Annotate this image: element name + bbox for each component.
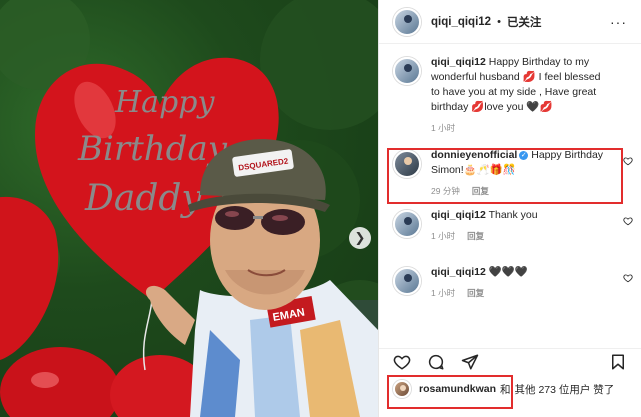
separator-dot: • <box>497 15 501 28</box>
more-options-icon[interactable]: ··· <box>610 14 627 30</box>
reply-button[interactable]: 回复 <box>467 230 484 242</box>
comment-time: 1 小时 <box>431 231 456 241</box>
comment-username[interactable]: qiqi_qiqi12 <box>431 209 486 221</box>
avatar[interactable] <box>393 267 421 295</box>
heart-icon[interactable] <box>623 156 633 166</box>
comment-time: 1 小时 <box>431 123 456 133</box>
post-action-bar <box>379 348 641 374</box>
likes-summary: rosamundkwan 和 其他 273 位用户 赞了 <box>393 380 614 398</box>
comment-row: donnieyenofficial ✓ Happy Birthday Simon!… <box>379 148 641 208</box>
heart-icon[interactable] <box>623 273 633 283</box>
avatar[interactable] <box>393 57 421 85</box>
balloon-text-daddy: Daddy <box>84 178 202 219</box>
follow-status-button[interactable]: 已关注 <box>507 14 542 30</box>
comment-list: qiqi_qiqi12 Happy Birthday to my wonderf… <box>379 55 641 315</box>
verified-icon: ✓ <box>519 151 529 160</box>
caption-row: qiqi_qiqi12 Happy Birthday to my wonderf… <box>379 55 641 148</box>
likes-count-text[interactable]: 其他 273 位用户 赞了 <box>515 382 615 397</box>
post-header: qiqi_qiqi12 • 已关注 ··· <box>379 0 641 44</box>
avatar[interactable] <box>393 380 411 398</box>
chevron-right-icon: ❯ <box>354 230 366 245</box>
heart-icon[interactable] <box>393 353 411 371</box>
comment-username[interactable]: qiqi_qiqi12 <box>431 266 486 278</box>
post-photo: Happy Birthday Daddy EMAN DSQUARED2 ❯ <box>0 0 378 417</box>
photo-illustration: Happy Birthday Daddy EMAN DSQUARED2 <box>0 0 378 417</box>
caption-text: qiqi_qiqi12 Happy Birthday to my wonderf… <box>431 55 609 115</box>
bookmark-icon[interactable] <box>609 353 627 371</box>
avatar[interactable] <box>393 7 421 36</box>
comment-time: 1 小时 <box>431 288 456 298</box>
comment-icon[interactable] <box>427 353 445 371</box>
avatar[interactable] <box>393 210 421 238</box>
balloon-text-happy: Happy <box>114 85 215 120</box>
likes-conjunction: 和 <box>500 383 511 396</box>
reply-button[interactable]: 回复 <box>472 185 489 197</box>
post-author-username[interactable]: qiqi_qiqi12 <box>431 16 491 28</box>
comment-text: 🖤🖤🖤 <box>485 266 528 278</box>
avatar[interactable] <box>393 150 421 178</box>
comment-row: qiqi_qiqi12 🖤🖤🖤 1 小时 回复 <box>379 265 641 315</box>
reply-button[interactable]: 回复 <box>467 287 484 299</box>
comment-time: 29 分钟 <box>431 186 460 196</box>
heart-icon[interactable] <box>623 216 633 226</box>
comment-username[interactable]: donnieyenofficial <box>431 149 517 161</box>
comment-username[interactable]: qiqi_qiqi12 <box>431 56 486 68</box>
comment-text: Thank you <box>485 209 538 221</box>
balloon-text-birthday: Birthday <box>77 129 228 169</box>
comment-row: qiqi_qiqi12 Thank you 1 小时 回复 <box>379 208 641 265</box>
share-icon[interactable] <box>461 353 479 371</box>
post-detail-panel: qiqi_qiqi12 • 已关注 ··· qiqi_qiqi12 Happy … <box>378 0 641 417</box>
carousel-next-button[interactable]: ❯ <box>349 227 371 249</box>
liker-username[interactable]: rosamundkwan <box>419 383 496 395</box>
